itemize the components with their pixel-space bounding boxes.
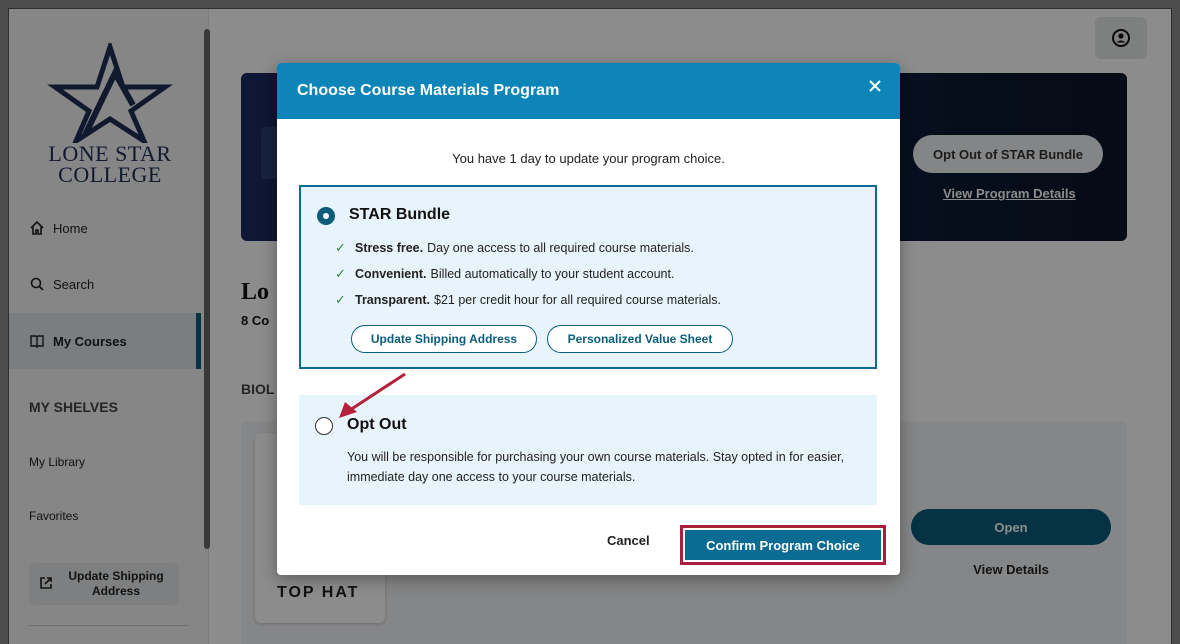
personalized-value-sheet-button[interactable]: Personalized Value Sheet	[547, 325, 733, 353]
check-icon: ✓	[335, 292, 346, 307]
course-materials-dialog: Choose Course Materials Program You have…	[277, 63, 900, 575]
radio-star-bundle[interactable]	[317, 207, 335, 225]
update-shipping-address-button[interactable]: Update Shipping Address	[351, 325, 537, 353]
check-icon: ✓	[335, 240, 346, 255]
annotation-arrow-icon	[339, 372, 406, 418]
dialog-header: Choose Course Materials Program	[277, 63, 900, 119]
deadline-notice: You have 1 day to update your program ch…	[452, 151, 725, 166]
radio-opt-out[interactable]	[315, 417, 333, 435]
confirm-highlight: Confirm Program Choice	[680, 525, 886, 565]
feature-stress-free: ✓ Stress free. Day one access to all req…	[335, 240, 694, 255]
feature-transparent: ✓ Transparent. $21 per credit hour for a…	[335, 292, 721, 307]
check-icon: ✓	[335, 266, 346, 281]
option-star-bundle-title: STAR Bundle	[349, 206, 451, 223]
dialog-title: Choose Course Materials Program	[297, 82, 560, 99]
option-star-bundle[interactable]: STAR Bundle ✓ Stress free. Day one acces…	[299, 185, 877, 369]
close-icon	[869, 80, 881, 92]
confirm-program-choice-button[interactable]: Confirm Program Choice	[685, 530, 881, 560]
option-opt-out-description: You will be responsible for purchasing y…	[347, 450, 845, 484]
close-button[interactable]	[866, 77, 884, 95]
cancel-button[interactable]: Cancel	[607, 533, 650, 548]
feature-convenient: ✓ Convenient. Billed automatically to yo…	[335, 266, 675, 281]
